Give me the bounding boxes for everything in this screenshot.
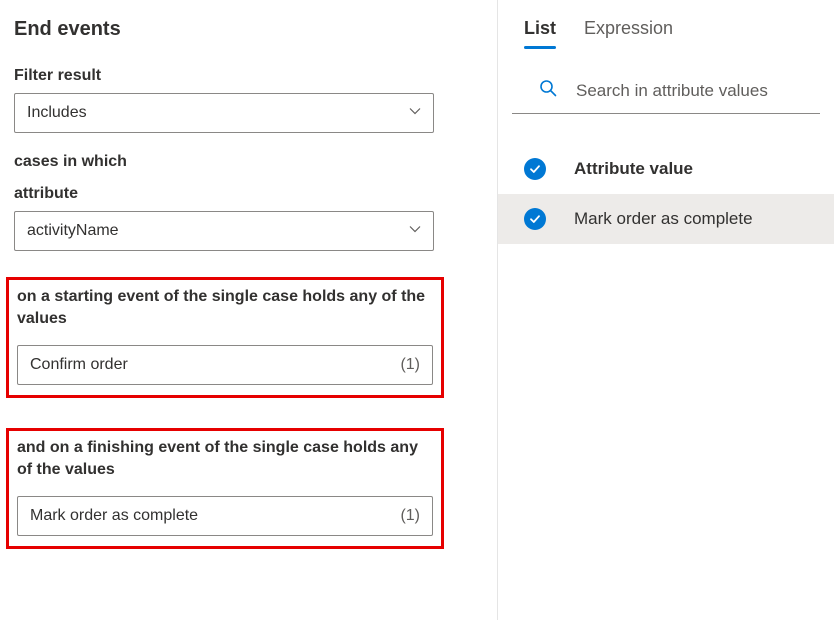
attribute-label: attribute [14, 185, 483, 203]
chevron-down-icon [409, 104, 421, 122]
search-row [512, 74, 820, 114]
search-icon [538, 78, 558, 103]
cases-label: cases in which [14, 153, 483, 171]
filter-result-dropdown[interactable]: Includes [14, 93, 434, 133]
finish-event-field[interactable]: Mark order as complete (1) [17, 496, 433, 536]
right-panel: List Expression Attribute value Mark ord… [498, 0, 834, 620]
attribute-dropdown[interactable]: activityName [14, 211, 434, 251]
search-input[interactable] [576, 81, 794, 101]
tabs: List Expression [498, 18, 834, 50]
page-title: End events [14, 18, 483, 41]
attribute-value-header-label: Attribute value [574, 159, 693, 179]
left-panel: End events Filter result Includes cases … [0, 0, 498, 620]
attribute-value-item-label: Mark order as complete [574, 209, 753, 229]
start-event-group: on a starting event of the single case h… [6, 277, 444, 398]
filter-result-value: Includes [27, 104, 87, 122]
finish-event-value: Mark order as complete [30, 507, 198, 525]
finish-event-group: and on a finishing event of the single c… [6, 428, 444, 549]
chevron-down-icon [409, 222, 421, 240]
filter-result-label: Filter result [14, 67, 483, 85]
finish-event-label: and on a finishing event of the single c… [17, 437, 433, 482]
tab-list[interactable]: List [524, 18, 556, 49]
attribute-value-item[interactable]: Mark order as complete [498, 194, 834, 244]
check-icon [524, 208, 546, 230]
finish-event-count: (1) [400, 507, 420, 525]
start-event-count: (1) [400, 356, 420, 374]
tab-expression[interactable]: Expression [584, 18, 673, 49]
start-event-field[interactable]: Confirm order (1) [17, 345, 433, 385]
start-event-label: on a starting event of the single case h… [17, 286, 433, 331]
check-icon [524, 158, 546, 180]
attribute-value-header[interactable]: Attribute value [498, 144, 834, 194]
attribute-value: activityName [27, 222, 119, 240]
start-event-value: Confirm order [30, 356, 128, 374]
